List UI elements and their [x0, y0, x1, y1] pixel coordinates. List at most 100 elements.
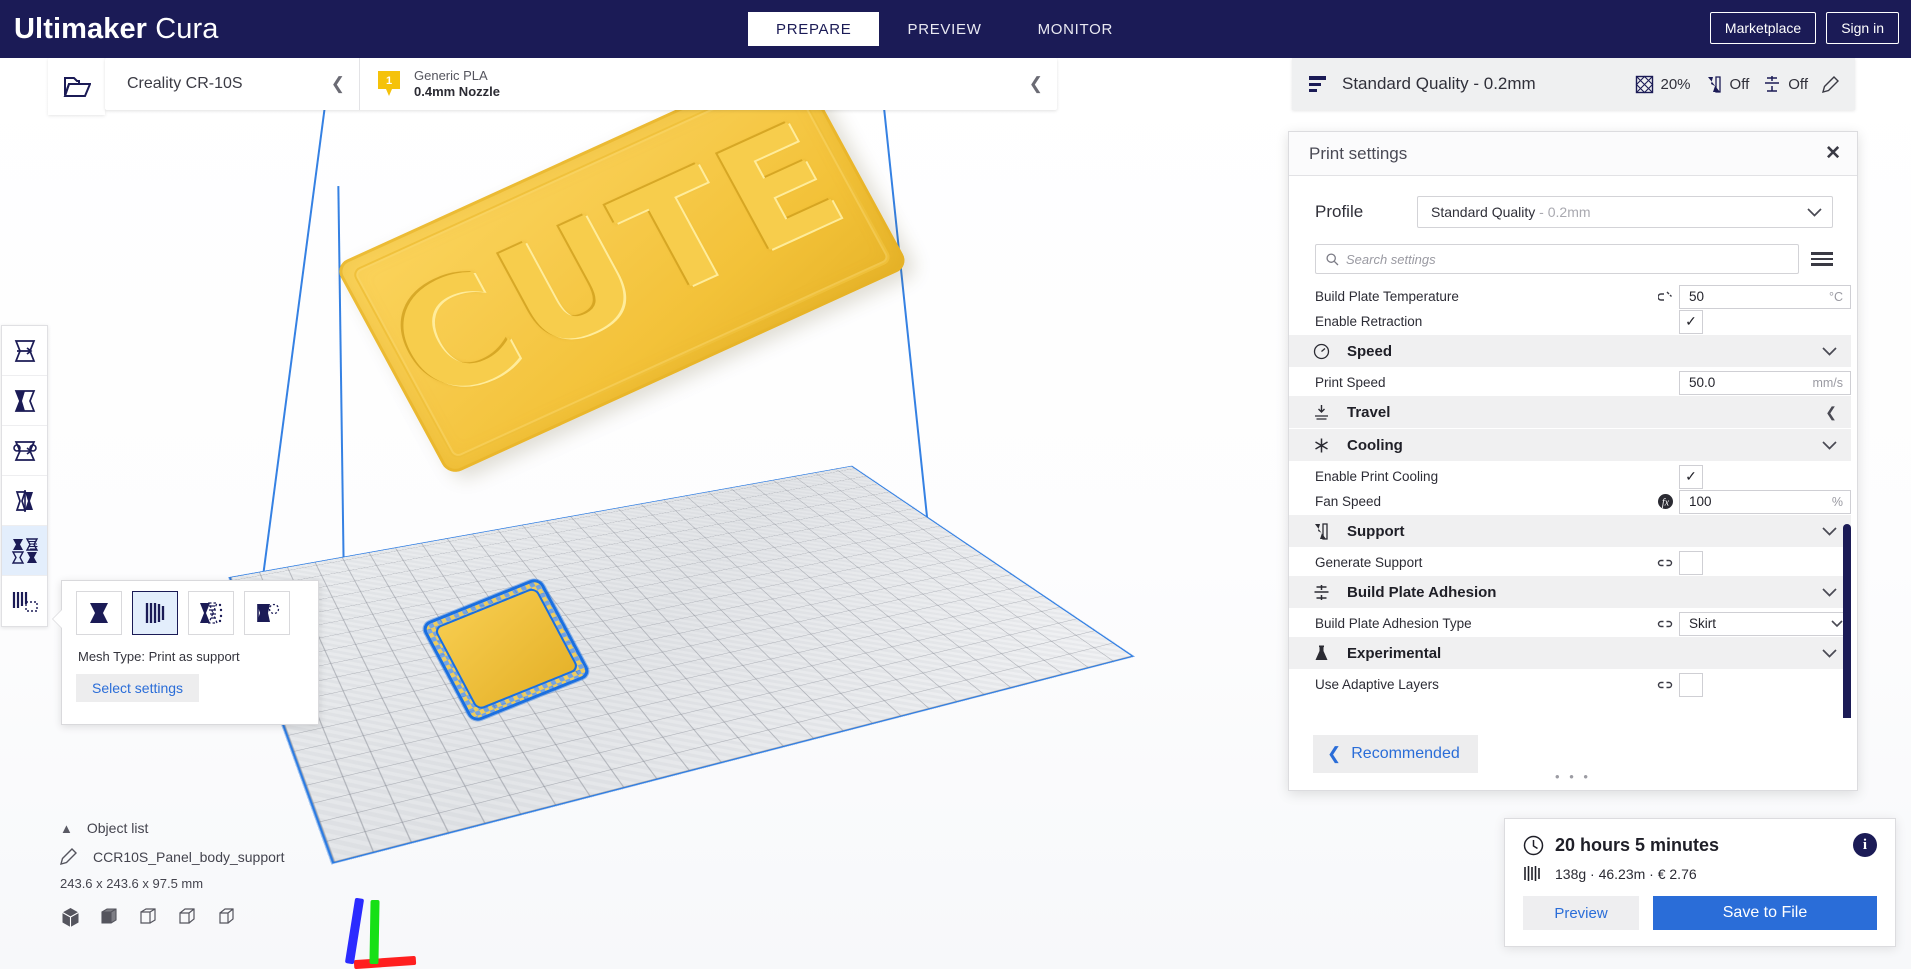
setting-control[interactable]	[1679, 550, 1851, 575]
setting-control[interactable]: 50.0 mm/s	[1679, 370, 1851, 395]
search-input[interactable]	[1346, 251, 1788, 267]
setting-row-use-adaptive-layers[interactable]: Use Adaptive Layers	[1289, 672, 1851, 697]
recommended-mode-button[interactable]: ❮ Recommended	[1313, 735, 1478, 773]
pencil-icon	[60, 848, 77, 865]
rotate-tool[interactable]	[2, 426, 47, 476]
profile-dropdown[interactable]: Standard Quality - 0.2mm	[1417, 196, 1833, 228]
scale-tool[interactable]	[2, 376, 47, 426]
brand-light: Cura	[147, 12, 219, 45]
setting-control[interactable]	[1679, 672, 1851, 697]
dropdown-value: Skirt	[1689, 616, 1716, 631]
top-bar-actions: Marketplace Sign in	[1709, 12, 1899, 44]
print-time-row: 20 hours 5 minutes i	[1523, 833, 1877, 857]
marketplace-button[interactable]: Marketplace	[1709, 12, 1817, 44]
printer-name: Creality CR-10S	[127, 75, 243, 92]
settings-list: Build Plate Temperature 50 °C Enable Ret…	[1289, 284, 1857, 697]
tab-preview[interactable]: PREVIEW	[879, 12, 1009, 46]
pencil-icon[interactable]	[1822, 75, 1839, 93]
open-file-button[interactable]	[48, 58, 105, 115]
per-model-settings-tool[interactable]	[2, 526, 47, 576]
print-as-support-icon[interactable]	[132, 591, 178, 635]
profile-value: Standard Quality - 0.2mm	[1431, 204, 1591, 220]
link-icon[interactable]	[1651, 557, 1679, 569]
material-selector[interactable]: 1 Generic PLA 0.4mm Nozzle ❮	[360, 58, 1057, 110]
xray-view-icon[interactable]	[99, 907, 120, 928]
checkbox-enable-print-cooling[interactable]: ✓	[1679, 464, 1703, 489]
setting-control[interactable]: 100 %	[1679, 489, 1851, 514]
checkbox-generate-support[interactable]	[1679, 550, 1703, 575]
printer-selector[interactable]: Creality CR-10S ❮	[105, 58, 360, 110]
settings-scrollbar[interactable]	[1843, 524, 1851, 718]
settings-scroll-area[interactable]: Build Plate Temperature 50 °C Enable Ret…	[1289, 284, 1857, 718]
search-icon	[1326, 252, 1339, 266]
category-label: Cooling	[1347, 436, 1403, 454]
panel-resize-grip[interactable]: • • •	[1555, 769, 1591, 784]
value-field[interactable]: 50.0 mm/s	[1679, 370, 1851, 395]
save-to-file-button[interactable]: Save to File	[1653, 896, 1877, 930]
solid-view-icon[interactable]	[60, 907, 81, 928]
object-list-item[interactable]: CCR10S_Panel_body_support	[60, 848, 420, 865]
setting-row-build-plate-adhesion-type[interactable]: Build Plate Adhesion Type Skirt	[1289, 611, 1851, 636]
info-icon[interactable]: i	[1853, 833, 1877, 857]
outline-view-icon[interactable]	[216, 907, 237, 928]
setting-label: Enable Retraction	[1315, 314, 1423, 329]
category-experimental[interactable]: Experimental	[1289, 637, 1851, 669]
setting-control[interactable]: ✓	[1679, 309, 1851, 334]
infill-summary: 20%	[1635, 75, 1691, 94]
move-tool[interactable]	[2, 326, 47, 376]
support-blocker-tool[interactable]	[2, 576, 47, 626]
setting-row-print-speed[interactable]: Print Speed 50.0 mm/s	[1289, 370, 1851, 395]
setting-control[interactable]: ✓	[1679, 464, 1851, 489]
print-setup-summary-bar[interactable]: Standard Quality - 0.2mm 20% Off Off	[1292, 58, 1855, 110]
field-value: 50.0	[1689, 375, 1716, 390]
category-cooling[interactable]: Cooling	[1289, 429, 1851, 461]
category-support[interactable]: Support	[1289, 515, 1851, 547]
link-icon[interactable]	[1651, 679, 1679, 691]
chevron-down-icon	[1822, 440, 1837, 450]
formula-icon[interactable]: fx	[1651, 493, 1679, 510]
setting-row-generate-support[interactable]: Generate Support	[1289, 550, 1851, 575]
category-travel[interactable]: Travel ❮	[1289, 396, 1851, 428]
setting-row-fan-speed[interactable]: Fan Speed fx 100 %	[1289, 489, 1851, 514]
checkbox-enable-retraction[interactable]: ✓	[1679, 309, 1703, 334]
quality-profile-label: Standard Quality - 0.2mm	[1342, 74, 1536, 93]
link-broken-icon[interactable]	[1651, 291, 1679, 303]
category-speed[interactable]: Speed	[1289, 335, 1851, 367]
preview-button[interactable]: Preview	[1523, 896, 1639, 930]
value-field[interactable]: 100 %	[1679, 489, 1851, 514]
category-label: Support	[1347, 522, 1405, 540]
checkbox-use-adaptive-layers[interactable]	[1679, 672, 1703, 697]
object-list-header[interactable]: ▲ Object list	[60, 820, 420, 836]
search-settings-field[interactable]	[1315, 244, 1799, 274]
setting-row-build-plate-temperature[interactable]: Build Plate Temperature 50 °C	[1289, 284, 1851, 309]
per-model-settings-popup: Mesh Type: Print as support Select setti…	[61, 580, 319, 725]
tab-prepare[interactable]: PREPARE	[748, 12, 880, 46]
cura-application-window: CUTE Ultimaker Cura PREPARE PREVIEW MONI…	[0, 0, 1911, 969]
shell-view-icon[interactable]	[177, 907, 198, 928]
adhesion-value: Off	[1788, 75, 1808, 93]
adhesion-type-dropdown[interactable]: Skirt	[1679, 611, 1851, 636]
mirror-tool[interactable]	[2, 476, 47, 526]
dont-support-overlap-icon[interactable]	[244, 591, 290, 635]
wireframe-view-icon[interactable]	[138, 907, 159, 928]
machine-material-bar: Creality CR-10S ❮ 1 Generic PLA 0.4mm No…	[105, 58, 1057, 110]
setting-row-enable-print-cooling[interactable]: Enable Print Cooling ✓	[1289, 464, 1851, 489]
normal-model-icon[interactable]	[76, 591, 122, 635]
close-icon[interactable]: ✕	[1825, 144, 1841, 163]
sign-in-button[interactable]: Sign in	[1826, 12, 1899, 44]
hamburger-icon[interactable]	[1811, 252, 1833, 266]
app-logo: Ultimaker Cura	[14, 13, 219, 46]
select-settings-button[interactable]: Select settings	[76, 674, 200, 702]
setting-control[interactable]: Skirt	[1679, 611, 1851, 636]
support-value: Off	[1729, 75, 1750, 93]
setting-control[interactable]: 50 °C	[1679, 284, 1851, 309]
setting-label: Enable Print Cooling	[1315, 469, 1439, 484]
setting-row-enable-retraction[interactable]: Enable Retraction ✓	[1289, 309, 1851, 334]
category-build-plate-adhesion[interactable]: Build Plate Adhesion	[1289, 576, 1851, 608]
value-field[interactable]: 50 °C	[1679, 284, 1851, 309]
modify-settings-overlap-icon[interactable]	[188, 591, 234, 635]
support-summary: Off	[1705, 75, 1750, 94]
link-icon[interactable]	[1651, 618, 1679, 630]
application-top-bar: Ultimaker Cura PREPARE PREVIEW MONITOR M…	[0, 0, 1911, 58]
tab-monitor[interactable]: MONITOR	[1010, 12, 1141, 46]
